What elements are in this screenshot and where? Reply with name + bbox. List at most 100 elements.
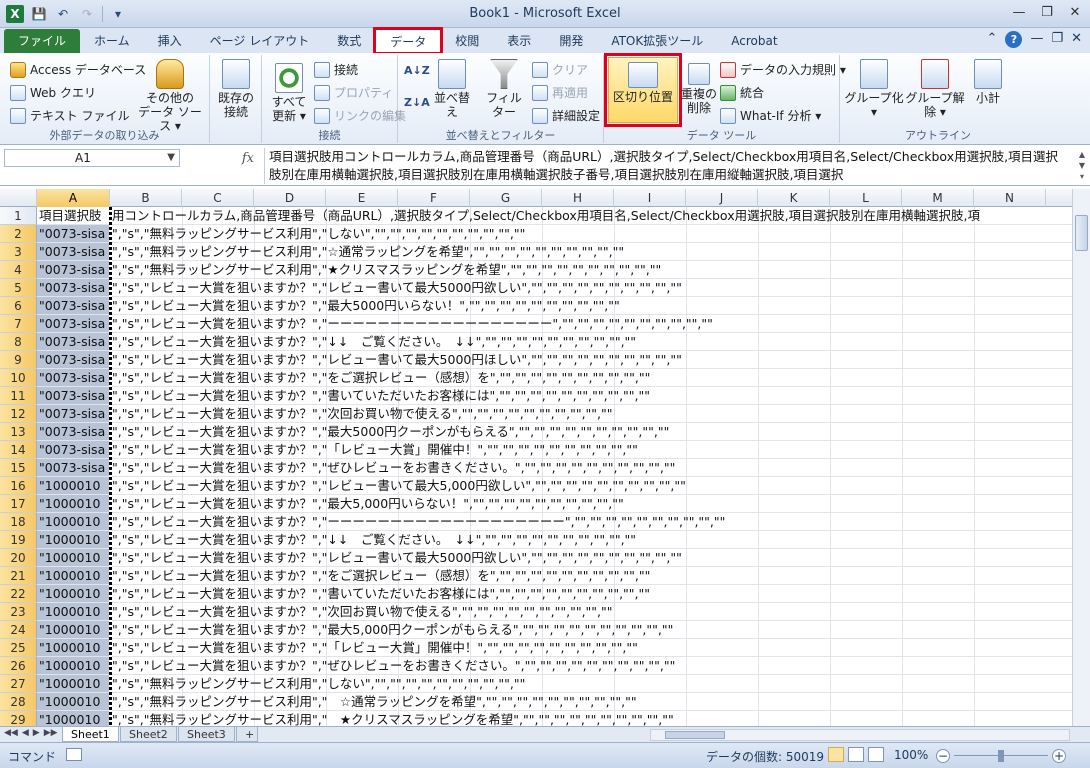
cell-b[interactable]: ","s","レビュー大賞を狙いますか？","次回お買い物で使える","",""… (112, 603, 613, 620)
cell-b[interactable]: ","s","無料ラッピングサービス利用","しない","","","","",… (112, 675, 525, 692)
insert-function-icon[interactable]: fx (242, 151, 254, 166)
cell-b[interactable]: ","s","レビュー大賞を狙いますか？","ぜひレビューをお書きください。",… (112, 459, 675, 476)
column-header-m[interactable]: M (902, 189, 974, 207)
excel-logo-icon[interactable]: X (6, 4, 24, 23)
row-header[interactable]: 1 (0, 207, 37, 225)
cell-a[interactable]: "0073-sisa (37, 333, 110, 350)
insert-sheet-icon[interactable]: + (236, 727, 258, 742)
cell-b[interactable]: ","s","レビュー大賞を狙いますか？","最大5000円クーポンがもらえる"… (112, 423, 669, 440)
what-if-button[interactable]: What-If 分析 ▾ (720, 107, 821, 124)
cell-a[interactable]: "0073-sisa (37, 225, 110, 242)
minimize-icon[interactable]: — (1010, 4, 1028, 22)
cell-b[interactable]: ","s","無料ラッピングサービス利用","☆通常ラッピングを希望","","… (112, 243, 624, 260)
properties-button[interactable]: プロパティ (314, 84, 393, 101)
cell-b[interactable]: ","s","レビュー大賞を狙いますか？","書いていただいたお客様には",""… (112, 387, 650, 404)
cell-b[interactable]: 用コントロールカラム,商品管理番号（商品URL）,選択肢タイプ,Select/C… (112, 207, 980, 224)
row-header[interactable]: 23 (0, 603, 37, 621)
cell-b[interactable]: ","s","レビュー大賞を狙いますか？","レビュー書いて最大5000円欲しい… (112, 549, 682, 566)
cell-b[interactable]: ","s","レビュー大賞を狙いますか？","をご選択レビュー（感想）を",""… (112, 567, 650, 584)
prev-sheet-icon[interactable]: ◀ (22, 728, 29, 738)
row-header[interactable]: 4 (0, 261, 37, 279)
remove-duplicates-button[interactable]: 重複の 削除 (680, 63, 718, 115)
close-icon[interactable]: ✕ (1066, 4, 1084, 22)
doc-close-icon[interactable]: ✕ (1071, 31, 1082, 48)
cell-a[interactable]: "0073-sisa (37, 279, 110, 296)
cell-b[interactable]: ","s","レビュー大賞を狙いますか？","「レビュー大賞」開催中！","",… (112, 441, 638, 458)
cell-a[interactable]: "0073-sisa (37, 261, 110, 278)
vertical-scrollbar[interactable] (1072, 189, 1090, 726)
cell-b[interactable]: ","s","無料ラッピングサービス利用"," ★クリスマスラッピングを希望",… (112, 711, 674, 726)
cell-a[interactable]: "0073-sisa (37, 405, 110, 422)
column-header-l[interactable]: L (830, 189, 902, 207)
cell-b[interactable]: ","s","レビュー大賞を狙いますか？","書いていただいたお客様には",""… (112, 585, 650, 602)
column-header-n[interactable]: N (974, 189, 1046, 207)
sheet-tab-2[interactable]: Sheet2 (120, 727, 177, 742)
first-sheet-icon[interactable]: ◀◀ (4, 728, 18, 738)
cell-a[interactable]: "1000010 (37, 693, 110, 710)
clear-button[interactable]: クリア (532, 61, 588, 78)
horizontal-scrollbar[interactable] (650, 729, 1070, 741)
cell-b[interactable]: ","s","レビュー大賞を狙いますか？","↓↓ ご覧ください。 ↓↓",""… (112, 531, 636, 548)
web-query-button[interactable]: Web クエリ (10, 84, 96, 101)
row-header[interactable]: 8 (0, 333, 37, 351)
column-header-f[interactable]: F (398, 189, 470, 207)
page-break-view-icon[interactable] (868, 747, 884, 762)
tab-developer[interactable]: 開発 (545, 29, 597, 53)
cell-b[interactable]: ","s","レビュー大賞を狙いますか？","ーーーーーーーーーーーーーーーーー… (112, 315, 713, 332)
ungroup-button[interactable]: グループ解除 ▾ (902, 59, 968, 119)
cell-a[interactable]: "0073-sisa (37, 423, 110, 440)
row-header[interactable]: 19 (0, 531, 37, 549)
cell-b[interactable]: ","s","レビュー大賞を狙いますか？","最大5,000円クーポンがもらえる… (112, 621, 673, 638)
last-sheet-icon[interactable]: ▶▶ (44, 728, 58, 738)
column-header-c[interactable]: C (182, 189, 254, 207)
column-header-h[interactable]: H (542, 189, 614, 207)
cell-b[interactable]: ","s","レビュー大賞を狙いますか？","最大5000円いらない！","",… (112, 297, 620, 314)
column-header-i[interactable]: I (614, 189, 686, 207)
name-box[interactable]: A1 ▼ (4, 149, 180, 167)
row-header[interactable]: 25 (0, 639, 37, 657)
row-header[interactable]: 15 (0, 459, 37, 477)
consolidate-button[interactable]: 統合 (720, 84, 764, 101)
tab-acrobat[interactable]: Acrobat (717, 29, 791, 53)
restore-icon[interactable]: ❐ (1038, 4, 1056, 22)
cell-a[interactable]: "1000010 (37, 657, 110, 674)
formula-bar-scroll[interactable]: ▲ ▼ ▾ (1076, 149, 1088, 183)
cell-b[interactable]: ","s","レビュー大賞を狙いますか？","最大5,000円いらない！",""… (112, 495, 624, 512)
other-sources-button[interactable]: その他の データ ソース ▾ (136, 59, 204, 133)
zoom-in-icon[interactable]: + (1052, 749, 1066, 763)
tab-insert[interactable]: 挿入 (144, 29, 196, 53)
row-header[interactable]: 2 (0, 225, 37, 243)
row-header[interactable]: 7 (0, 315, 37, 333)
cell-b[interactable]: ","s","無料ラッピングサービス利用"," ☆通常ラッピングを希望","",… (112, 693, 637, 710)
cell-a[interactable]: "1000010 (37, 711, 110, 726)
sort-descending-button[interactable]: Z↓A (404, 97, 430, 108)
cell-a[interactable]: "1000010 (37, 621, 110, 638)
normal-view-icon[interactable] (828, 747, 844, 762)
cell-a[interactable]: "1000010 (37, 639, 110, 656)
row-header[interactable]: 3 (0, 243, 37, 261)
row-header[interactable]: 22 (0, 585, 37, 603)
cell-a[interactable]: "1000010 (37, 603, 110, 620)
cell-a[interactable]: "0073-sisa (37, 315, 110, 332)
refresh-all-button[interactable]: すべて 更新 ▾ (268, 63, 310, 123)
column-header-e[interactable]: E (326, 189, 398, 207)
column-break-line[interactable] (109, 207, 112, 726)
cell-a[interactable]: "0073-sisa (37, 387, 110, 404)
row-header[interactable]: 14 (0, 441, 37, 459)
column-header-g[interactable]: G (470, 189, 542, 207)
cell-a[interactable]: "1000010 (37, 585, 110, 602)
doc-restore-icon[interactable]: ❐ (1051, 31, 1063, 48)
cell-b[interactable]: ","s","レビュー大賞を狙いますか？","「レビュー大賞」開催中！","",… (112, 639, 638, 656)
column-header-a[interactable]: A (37, 189, 110, 207)
cell-b[interactable]: ","s","レビュー大賞を狙いますか？","↓↓ ご覧ください。 ↓↓",""… (112, 333, 636, 350)
tab-view[interactable]: 表示 (493, 29, 545, 53)
cell-b[interactable]: ","s","レビュー大賞を狙いますか？","ーーーーーーーーーーーーーーーーー… (112, 513, 725, 530)
tab-file[interactable]: ファイル (4, 29, 81, 53)
cell-b[interactable]: ","s","レビュー大賞を狙いますか？","レビュー書いて最大5000円ほしい… (112, 351, 682, 368)
cell-b[interactable]: ","s","レビュー大賞を狙いますか？","次回お買い物で使える","",""… (112, 405, 613, 422)
formula-content[interactable]: 項目選択肢用コントロールカラム,商品管理番号（商品URL）,選択肢タイプ,Sel… (264, 148, 1070, 184)
row-header[interactable]: 24 (0, 621, 37, 639)
row-header[interactable]: 10 (0, 369, 37, 387)
data-validation-button[interactable]: データの入力規則 ▾ (720, 61, 846, 78)
column-header-j[interactable]: J (686, 189, 758, 207)
